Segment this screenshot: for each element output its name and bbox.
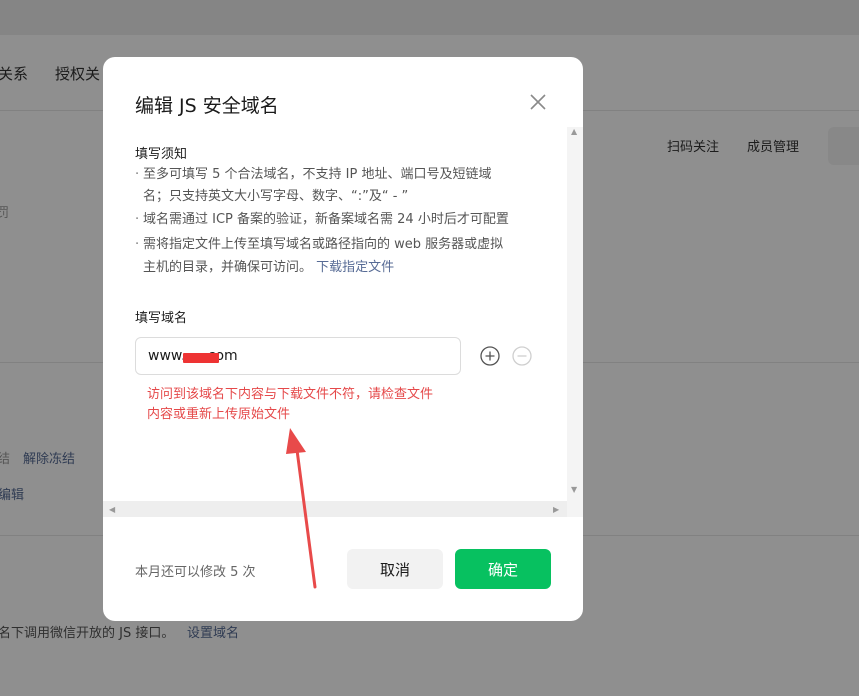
edit-js-domain-dialog: 编辑 JS 安全域名 填写须知 · 至多可填写 5 个合法域名，不支持 IP 地址… xyxy=(103,57,583,621)
scroll-left-icon[interactable]: ◀ xyxy=(109,505,115,514)
dialog-scroll-area[interactable]: 填写须知 · 至多可填写 5 个合法域名，不支持 IP 地址、端口号及短链域 名；… xyxy=(103,127,583,517)
vertical-scrollbar[interactable]: ▲ ▼ xyxy=(567,127,583,517)
remaining-edits-note: 本月还可以修改 5 次 xyxy=(135,565,256,580)
domain-error-message-continued: 内容或重新上传原始文件 xyxy=(147,407,291,422)
redaction-mark xyxy=(183,353,219,363)
notice-item: · 需将指定文件上传至填写域名或路径指向的 web 服务器或虚拟 xyxy=(135,237,504,252)
notice-item-continued: 名；只支持英文大小写字母、数字、“:”及“ - ” xyxy=(135,186,408,208)
dialog-title: 编辑 JS 安全域名 xyxy=(135,95,279,117)
domain-error-message: 访问到该域名下内容与下载文件不符，请检查文件 xyxy=(147,387,434,402)
close-icon xyxy=(530,94,546,110)
notice-item-continued: 主机的目录，并确保可访问。 下载指定文件 xyxy=(135,257,394,279)
scroll-down-icon[interactable]: ▼ xyxy=(571,485,577,494)
notice-text: 需将指定文件上传至填写域名或路径指向的 web 服务器或虚拟 xyxy=(143,237,504,252)
cancel-button[interactable]: 取消 xyxy=(347,549,443,589)
scroll-up-icon[interactable]: ▲ xyxy=(571,127,577,136)
domain-label: 填写域名 xyxy=(135,311,188,326)
plus-circle-icon xyxy=(480,346,500,366)
download-file-link[interactable]: 下载指定文件 xyxy=(316,260,394,275)
add-domain-button[interactable] xyxy=(479,345,501,367)
horizontal-scrollbar[interactable]: ◀ ▶ xyxy=(103,501,567,517)
scroll-right-icon[interactable]: ▶ xyxy=(553,505,559,514)
notice-text: 域名需通过 ICP 备案的验证，新备案域名需 24 小时后才可配置 xyxy=(143,212,509,227)
confirm-button[interactable]: 确定 xyxy=(455,549,551,589)
close-button[interactable] xyxy=(527,91,549,113)
notice-item: · 至多可填写 5 个合法域名，不支持 IP 地址、端口号及短链域 xyxy=(135,167,492,182)
notice-text: 名；只支持英文大小写字母、数字、“:”及“ - ” xyxy=(143,189,409,204)
notice-text: 主机的目录，并确保可访问。 xyxy=(143,260,313,275)
notice-title: 填写须知 xyxy=(135,147,188,162)
notice-text: 至多可填写 5 个合法域名，不支持 IP 地址、端口号及短链域 xyxy=(143,167,492,182)
notice-item: · 域名需通过 ICP 备案的验证，新备案域名需 24 小时后才可配置 xyxy=(135,212,509,227)
remove-domain-button[interactable] xyxy=(511,345,533,367)
minus-circle-icon xyxy=(512,346,532,366)
